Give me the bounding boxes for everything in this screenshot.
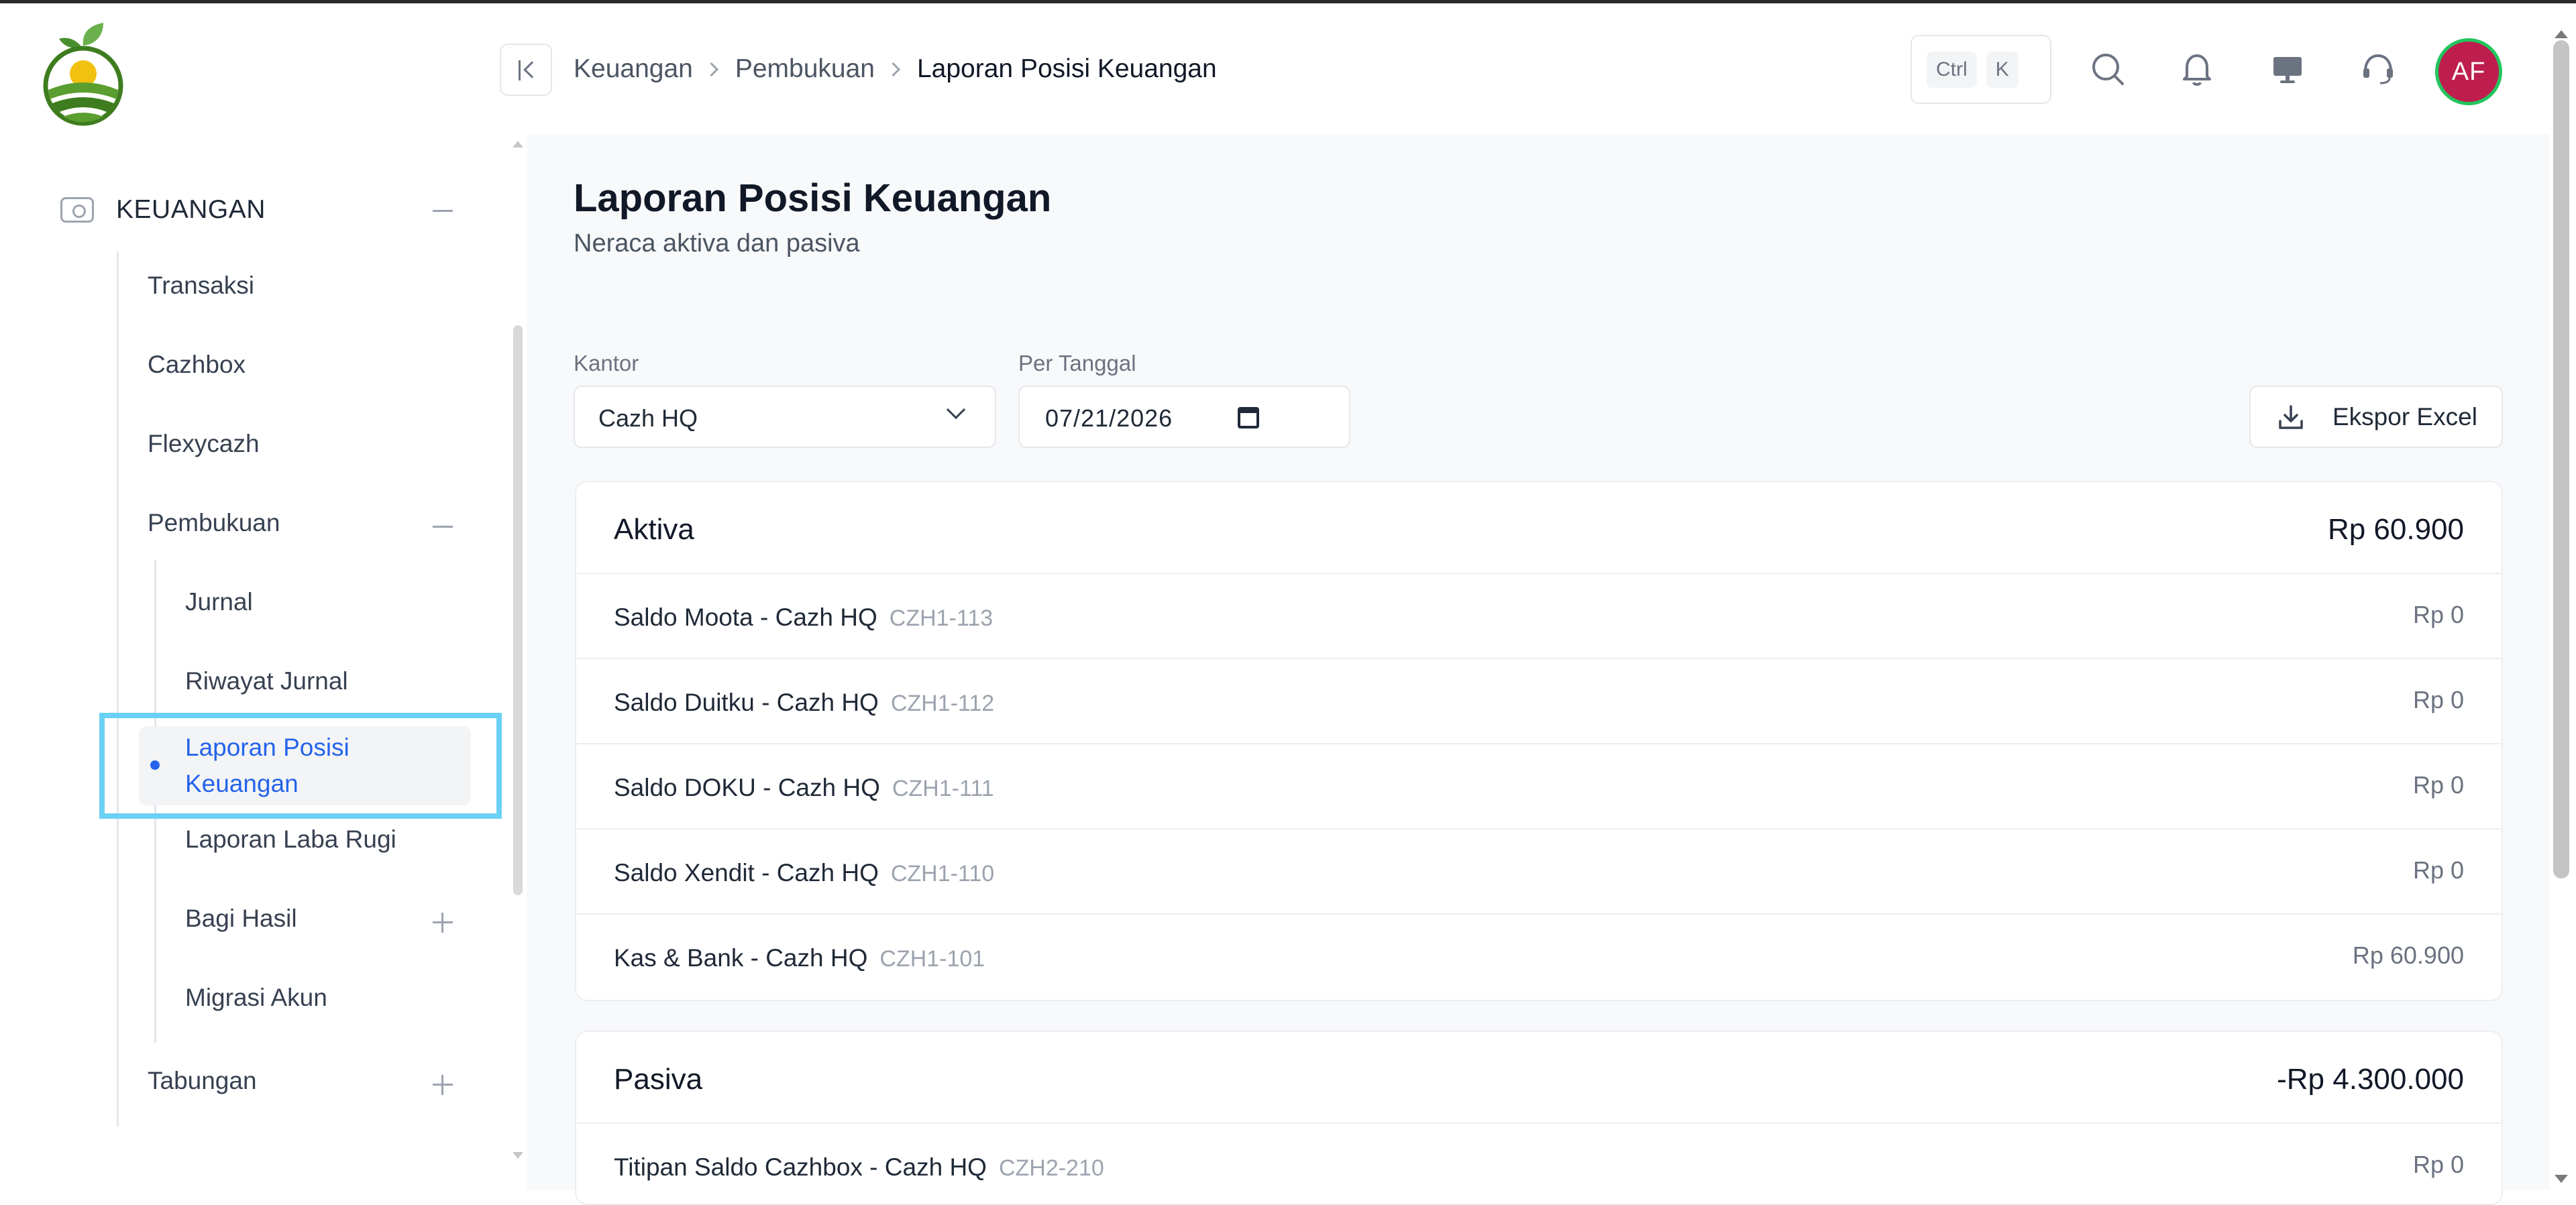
sidebar-item-laporan-laba-rugi[interactable]: Laporan Laba Rugi [185,825,396,854]
pasiva-header: Pasiva -Rp 4.300.000 [576,1032,2502,1124]
sidebar-item-migrasi-akun[interactable]: Migrasi Akun [185,984,327,1012]
search-icon[interactable] [2084,46,2131,93]
breadcrumb: Keuangan Pembukuan Laporan Posisi Keuang… [574,52,1217,86]
export-excel-button[interactable]: Ekspor Excel [2249,386,2503,448]
table-row[interactable]: Saldo Xendit - Cazh HQ CZH1-110 Rp 0 [576,829,2502,915]
sidebar-scrollbar-thumb[interactable] [513,325,523,895]
pasiva-title: Pasiva [614,1063,703,1096]
expand-bagi-hasil-icon[interactable] [433,913,453,933]
aktiva-total: Rp 60.900 [2327,513,2464,546]
aktiva-card: Aktiva Rp 60.900 Saldo Moota - Cazh HQ CZ… [575,481,2503,1001]
table-row[interactable]: Saldo Moota - Cazh HQ CZH1-113 Rp 0 [576,574,2502,659]
sidebar-tree-line [117,251,119,1127]
page-scrollbar-thumb[interactable] [2553,40,2569,878]
table-row[interactable]: Saldo DOKU - Cazh HQ CZH1-111 Rp 0 [576,744,2502,829]
account-name: Saldo Duitku - Cazh HQ [614,689,879,716]
app-logo [43,23,123,126]
aktiva-title: Aktiva [614,513,694,546]
sidebar: KEUANGAN Transaksi Cazhbox Flexycazh Pem… [0,3,527,1190]
expand-tabungan-icon[interactable] [433,1075,453,1095]
page-subtitle: Neraca aktiva dan pasiva [574,229,860,257]
active-indicator-dot [150,760,160,770]
pasiva-card: Pasiva -Rp 4.300.000 Titipan Saldo Cazhb… [575,1031,2503,1205]
collapse-keuangan-icon[interactable] [433,201,453,221]
page-scroll-down-arrow[interactable] [2555,1175,2568,1183]
sidebar-item-label-active[interactable]: Laporan Posisi Keuangan [185,730,453,802]
kantor-selected-value: Cazh HQ [598,404,698,432]
sidebar-item-riwayat-jurnal[interactable]: Riwayat Jurnal [185,667,348,695]
page-scroll-up-arrow[interactable] [2555,30,2568,38]
account-amount: Rp 0 [2412,856,2464,884]
table-row[interactable]: Kas & Bank - Cazh HQ CZH1-101 Rp 60.900 [576,915,2502,1000]
tanggal-label: Per Tanggal [1018,351,1136,376]
account-amount: Rp 60.900 [2352,941,2464,969]
tanggal-value: 07/21/2026 [1045,404,1173,432]
account-code: CZH1-113 [889,606,994,631]
breadcrumb-pembukuan[interactable]: Pembukuan [735,54,875,84]
account-code: CZH1-110 [890,861,995,886]
download-icon [2279,404,2303,429]
pasiva-total: -Rp 4.300.000 [2277,1063,2464,1096]
account-amount: Rp 0 [2412,1151,2464,1178]
account-name: Titipan Saldo Cazhbox - Cazh HQ [614,1153,987,1181]
monitor-icon[interactable] [2264,46,2311,93]
sidebar-scroll-up-arrow[interactable] [513,141,523,148]
account-code: CZH1-112 [890,691,995,716]
chevron-left-icon [523,61,541,78]
chevron-right-icon [885,62,901,76]
account-code: CZH1-101 [879,946,985,972]
account-code: CZH1-111 [892,776,994,801]
account-name: Saldo DOKU - Cazh HQ [614,774,880,801]
tanggal-date-input[interactable]: 07/21/2026 [1018,386,1350,448]
collapse-sidebar-button[interactable] [500,44,552,96]
calendar-icon[interactable] [1238,407,1259,428]
aktiva-header: Aktiva Rp 60.900 [576,482,2502,574]
sidebar-group-keuangan[interactable]: KEUANGAN [60,190,463,230]
breadcrumb-keuangan[interactable]: Keuangan [574,54,693,84]
user-avatar[interactable]: AF [2435,38,2502,105]
account-code: CZH2-210 [998,1155,1104,1181]
table-row[interactable]: Saldo Duitku - Cazh HQ CZH1-112 Rp 0 [576,659,2502,744]
kantor-label: Kantor [574,351,639,376]
account-name: Kas & Bank - Cazh HQ [614,944,868,972]
sidebar-item-pembukuan[interactable]: Pembukuan [148,509,280,537]
account-amount: Rp 0 [2412,601,2464,628]
sidebar-item-cazhbox[interactable]: Cazhbox [148,351,246,379]
sidebar-scroll-down-arrow[interactable] [513,1152,523,1159]
chevron-down-icon [946,400,966,420]
kbd-k: K [1986,51,2019,88]
kbd-ctrl: Ctrl [1927,51,1977,88]
sidebar-item-jurnal[interactable]: Jurnal [185,588,253,616]
chevron-right-icon [704,62,718,76]
sidebar-item-bagi-hasil[interactable]: Bagi Hasil [185,905,297,933]
wallet-icon [60,197,94,223]
account-name: Saldo Moota - Cazh HQ [614,604,877,631]
sidebar-item-flexycazh[interactable]: Flexycazh [148,430,260,458]
collapse-bar-icon [519,60,521,80]
sidebar-item-tabungan[interactable]: Tabungan [148,1067,257,1095]
account-amount: Rp 0 [2412,771,2464,799]
account-name: Saldo Xendit - Cazh HQ [614,859,879,886]
breadcrumb-current: Laporan Posisi Keuangan [916,54,1217,83]
table-row[interactable]: Titipan Saldo Cazhbox - Cazh HQ CZH2-210 … [576,1124,2502,1204]
headset-icon[interactable] [2355,46,2402,93]
account-amount: Rp 0 [2412,686,2464,713]
kantor-select[interactable]: Cazh HQ [574,386,996,448]
page-title: Laporan Posisi Keuangan [574,176,1052,220]
bell-icon[interactable] [2174,46,2220,93]
sidebar-group-label: KEUANGAN [116,195,266,224]
command-palette-shortcut[interactable]: Ctrl K [1911,35,2051,104]
export-excel-label: Ekspor Excel [2332,402,2477,431]
collapse-pembukuan-icon[interactable] [433,517,453,537]
sidebar-item-transaksi[interactable]: Transaksi [148,272,254,300]
